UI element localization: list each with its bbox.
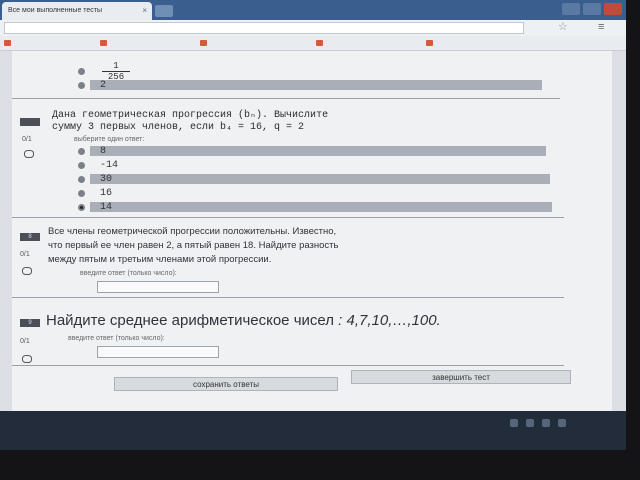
browser-tab[interactable]: Все мои выполненные тесты × [2,2,152,20]
finish-test-button[interactable]: завершить тест [351,370,571,384]
save-answers-button[interactable]: сохранить ответы [114,377,338,391]
page-viewport: 1 256 2 Дана геометрическая прогрессия (… [0,51,626,411]
divider [12,365,564,366]
bookmark-item[interactable] [4,38,14,48]
question-number: 8 [20,233,40,241]
taskbar [0,411,626,450]
answer-radio[interactable] [78,82,85,89]
browser-toolbar: ☆ ≡ [0,20,626,36]
flag-question-icon[interactable] [22,355,32,363]
question-text: Дана геометрическая прогрессия (bₙ). Выч… [52,110,329,133]
question-number: 9 [20,319,40,327]
answer-input[interactable] [97,281,219,293]
answer-radio-selected[interactable] [78,204,85,211]
tray-icon[interactable] [526,419,534,427]
answer-radio[interactable] [78,148,85,155]
question-score: 0/1 [20,251,30,258]
divider [12,98,560,99]
flag-question-icon[interactable] [24,150,34,158]
answer-row[interactable] [90,202,552,212]
question-text: Все члены геометрической прогрессии поло… [48,226,339,265]
answer-label: 8 [100,146,107,157]
answer-label: 16 [100,188,113,199]
bookmark-item[interactable] [316,38,326,48]
input-label: введите ответ (только число): [80,270,177,277]
answer-row[interactable] [90,80,542,90]
close-tab-icon[interactable]: × [142,2,147,20]
tray-icon[interactable] [558,419,566,427]
answer-input[interactable] [97,346,219,358]
tray-icon[interactable] [542,419,550,427]
bookmarks-bar [0,36,626,51]
bookmark-item[interactable] [426,38,436,48]
question-score: 0/1 [20,338,30,345]
answer-label: 14 [100,202,113,213]
answer-fraction: 1 256 [102,61,130,82]
bookmark-item[interactable] [200,38,210,48]
answer-radio[interactable] [78,190,85,197]
bookmark-star-icon[interactable]: ☆ [558,20,568,33]
answer-radio[interactable] [78,68,85,75]
flag-question-icon[interactable] [22,267,32,275]
new-tab-button[interactable] [155,5,173,17]
answer-label: 30 [100,174,113,185]
test-content: 1 256 2 Дана геометрическая прогрессия (… [12,51,612,411]
question-text: Найдите среднее арифметическое чисел : 4… [46,312,441,329]
menu-icon[interactable]: ≡ [598,21,604,33]
address-bar[interactable] [4,22,524,34]
answer-row[interactable] [90,146,546,156]
answer-instruction: выберите один ответ: [74,136,145,143]
answer-radio[interactable] [78,162,85,169]
answer-radio[interactable] [78,176,85,183]
question-score: 0/1 [22,136,32,143]
maximize-button[interactable] [583,3,601,15]
tab-title: Все мои выполненные тесты [8,7,103,14]
screen: Все мои выполненные тесты × ☆ ≡ 1 256 2 … [0,0,626,450]
input-label: введите ответ (только число): [68,335,165,342]
divider [12,217,564,218]
answer-row[interactable] [90,174,550,184]
tray-icon[interactable] [510,419,518,427]
close-window-button[interactable] [604,3,622,15]
tab-bar: Все мои выполненные тесты × [0,0,626,20]
system-tray [510,419,566,427]
question-number [20,118,40,126]
bookmark-item[interactable] [100,38,110,48]
answer-label: 2 [100,80,107,91]
window-controls [562,3,622,15]
minimize-button[interactable] [562,3,580,15]
answer-label: -14 [100,160,119,171]
divider [12,297,564,298]
number-sequence: : 4,7,10,…,100. [338,312,441,329]
